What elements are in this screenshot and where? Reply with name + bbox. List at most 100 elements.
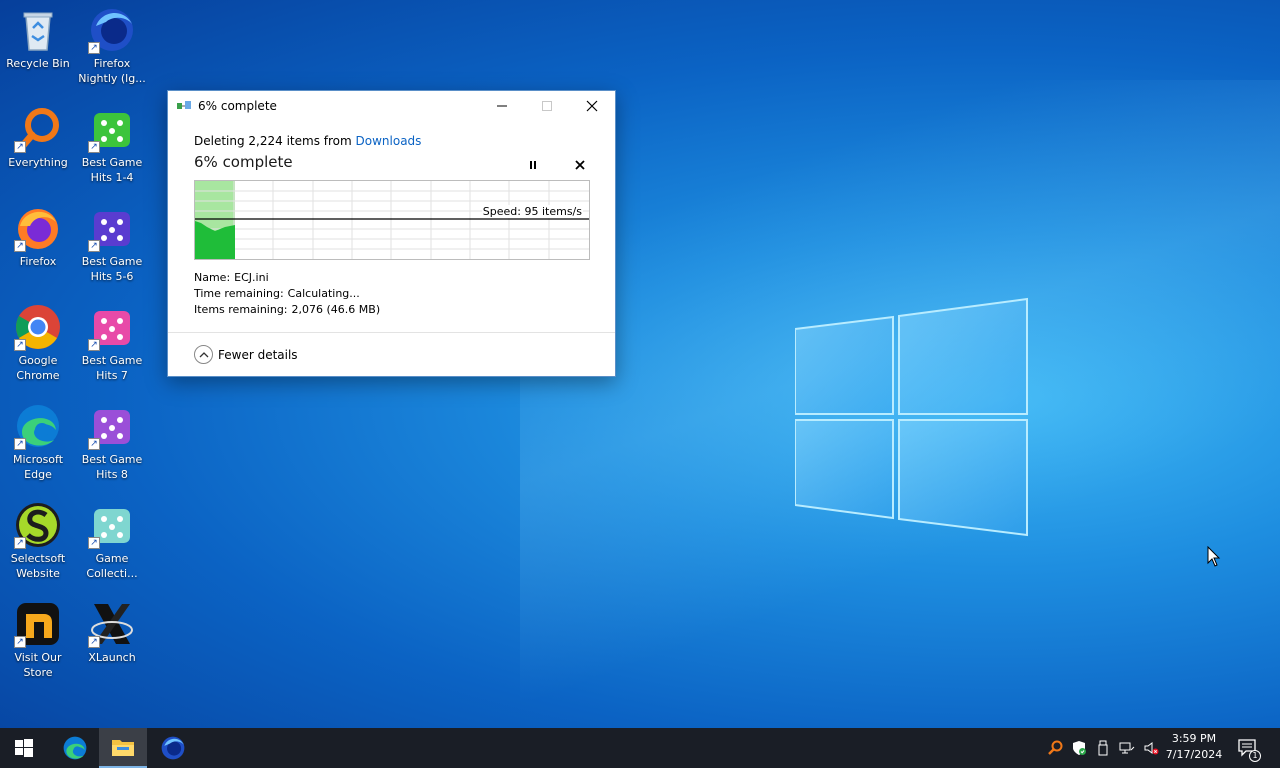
dice-green-icon: ↗ <box>88 105 136 153</box>
maximize-button[interactable] <box>524 91 569 121</box>
desktop-icon-label: Google Chrome <box>16 354 60 382</box>
desktop-icon-label: Recycle Bin <box>6 57 70 70</box>
fewer-details-label: Fewer details <box>218 347 298 362</box>
speed-graph: Speed: 95 items/s <box>194 180 590 260</box>
xlaunch-icon: ↗ <box>88 600 136 648</box>
desktop-icon-label: Best Game Hits 8 <box>81 453 143 481</box>
chevron-up-icon <box>194 345 213 364</box>
pause-button[interactable] <box>523 155 543 175</box>
desktop-icon-label: Firefox Nightly (lg... <box>78 57 146 85</box>
clock-time: 3:59 PM <box>1171 732 1217 745</box>
recycle-bin-icon <box>14 6 62 54</box>
minimize-button[interactable] <box>479 91 524 121</box>
firefox-icon: ↗ <box>14 204 62 252</box>
progress-heading: 6% complete <box>194 153 293 171</box>
taskbar-file-explorer[interactable] <box>99 728 147 768</box>
items-remaining-row: Items remaining: 2,076 (46.6 MB) <box>194 303 380 316</box>
firefox-nightly-icon: ↗ <box>88 6 136 54</box>
time-value: Calculating... <box>287 287 360 300</box>
current-file-row: Name: ECJ.ini <box>194 271 269 284</box>
desktop-icon-label: Everything <box>8 156 68 169</box>
desktop-icon-recycle-bin[interactable]: Recycle Bin <box>0 0 76 71</box>
clock-date: 7/17/2024 <box>1165 748 1223 761</box>
dice-teal-icon: ↗ <box>88 501 136 549</box>
system-clock[interactable]: 3:59 PM 7/17/2024 <box>1160 731 1228 763</box>
edge-icon: ↗ <box>14 402 62 450</box>
desktop-icon-everything[interactable]: ↗ Everything <box>0 99 76 170</box>
shortcut-arrow-icon: ↗ <box>88 537 100 549</box>
desktop-icon-best-game-hits-8[interactable]: ↗ Best Game Hits 8 <box>74 396 150 482</box>
shortcut-arrow-icon: ↗ <box>88 438 100 450</box>
time-remaining-row: Time remaining: Calculating... <box>194 287 360 300</box>
pause-icon <box>530 161 536 169</box>
file-operation-icon <box>177 101 191 109</box>
usb-drive-icon <box>1098 740 1108 756</box>
desktop-icon-label: XLaunch <box>88 651 136 664</box>
desktop-icon-best-game-hits-1-4[interactable]: ↗ Best Game Hits 1-4 <box>74 99 150 185</box>
delete-progress-dialog: 6% complete Deleting 2,224 items from Do… <box>167 90 616 377</box>
dialog-titlebar[interactable]: 6% complete <box>168 91 615 121</box>
desktop-icon-label: Microsoft Edge <box>12 453 64 481</box>
shortcut-arrow-icon: ↗ <box>14 636 26 648</box>
speed-graph-canvas <box>195 181 589 259</box>
desktop-icon-xlaunch[interactable]: ↗ XLaunch <box>74 594 150 665</box>
store-n-icon: ↗ <box>14 600 62 648</box>
shortcut-arrow-icon: ↗ <box>88 339 100 351</box>
tray-windows-security[interactable] <box>1068 728 1090 768</box>
desktop-icon-label: Selectsoft Website <box>10 552 66 580</box>
desktop-icon-firefox[interactable]: ↗ Firefox <box>0 198 76 269</box>
shield-icon <box>1073 741 1086 755</box>
desktop-icon-selectsoft-website[interactable]: ↗ Selectsoft Website <box>0 495 76 581</box>
location-link[interactable]: Downloads <box>356 134 422 148</box>
minimize-icon <box>496 105 507 107</box>
desktop-icon-label: Best Game Hits 1-4 <box>81 156 143 184</box>
start-button[interactable] <box>0 728 48 768</box>
items-value: 2,076 (46.6 MB) <box>291 303 381 316</box>
mouse-cursor-icon <box>1207 546 1221 567</box>
selectsoft-icon: ↗ <box>14 501 62 549</box>
shortcut-arrow-icon: ↗ <box>88 141 100 153</box>
shortcut-arrow-icon: ↗ <box>14 141 26 153</box>
close-button[interactable] <box>569 91 614 121</box>
taskbar-firefox-nightly[interactable] <box>149 728 197 768</box>
tray-everything[interactable] <box>1044 728 1066 768</box>
desktop-icon-best-game-hits-7[interactable]: ↗ Best Game Hits 7 <box>74 297 150 383</box>
close-icon <box>586 100 597 112</box>
desktop-icon-game-collection[interactable]: ↗ Game Collecti... <box>74 495 150 581</box>
maximize-icon <box>541 101 552 111</box>
shortcut-arrow-icon: ↗ <box>88 240 100 252</box>
shortcut-arrow-icon: ↗ <box>14 339 26 351</box>
tray-usb-device[interactable] <box>1092 728 1114 768</box>
everything-search-icon <box>1048 740 1063 755</box>
speaker-muted-icon <box>1144 742 1159 755</box>
desktop-icon-best-game-hits-5-6[interactable]: ↗ Best Game Hits 5-6 <box>74 198 150 284</box>
cancel-x-icon <box>575 160 585 170</box>
dice-violet-icon: ↗ <box>88 402 136 450</box>
speed-label: Speed: 95 items/s <box>481 205 583 218</box>
windows-wallpaper-logo <box>795 297 1028 537</box>
desktop-icon-firefox-nightly[interactable]: ↗ Firefox Nightly (lg... <box>74 0 150 86</box>
dice-purple-icon: ↗ <box>88 204 136 252</box>
action-center-button[interactable]: 1 <box>1236 728 1261 768</box>
desktop-icon-visit-our-store[interactable]: ↗ Visit Our Store <box>0 594 76 680</box>
taskbar: 3:59 PM 7/17/2024 1 <box>0 728 1280 768</box>
desktop-icon-label: Firefox <box>19 255 57 268</box>
shortcut-arrow-icon: ↗ <box>14 537 26 549</box>
dice-pink-icon: ↗ <box>88 303 136 351</box>
desktop-icon-google-chrome[interactable]: ↗ Google Chrome <box>0 297 76 383</box>
taskbar-edge[interactable] <box>51 728 99 768</box>
desktop-icon-label: Best Game Hits 5-6 <box>81 255 143 283</box>
tray-volume[interactable] <box>1140 728 1162 768</box>
tray-network[interactable] <box>1116 728 1138 768</box>
windows-start-icon <box>15 739 33 757</box>
shortcut-arrow-icon: ↗ <box>14 438 26 450</box>
network-icon <box>1119 742 1135 754</box>
desktop-icon-microsoft-edge[interactable]: ↗ Microsoft Edge <box>0 396 76 482</box>
edge-icon <box>63 736 87 760</box>
notification-count-badge: 1 <box>1249 750 1261 762</box>
chrome-icon: ↗ <box>14 303 62 351</box>
shortcut-arrow-icon: ↗ <box>88 42 100 54</box>
items-key: Items remaining: <box>194 303 288 316</box>
cancel-operation-button[interactable] <box>570 155 590 175</box>
fewer-details-button[interactable]: Fewer details <box>194 345 298 364</box>
